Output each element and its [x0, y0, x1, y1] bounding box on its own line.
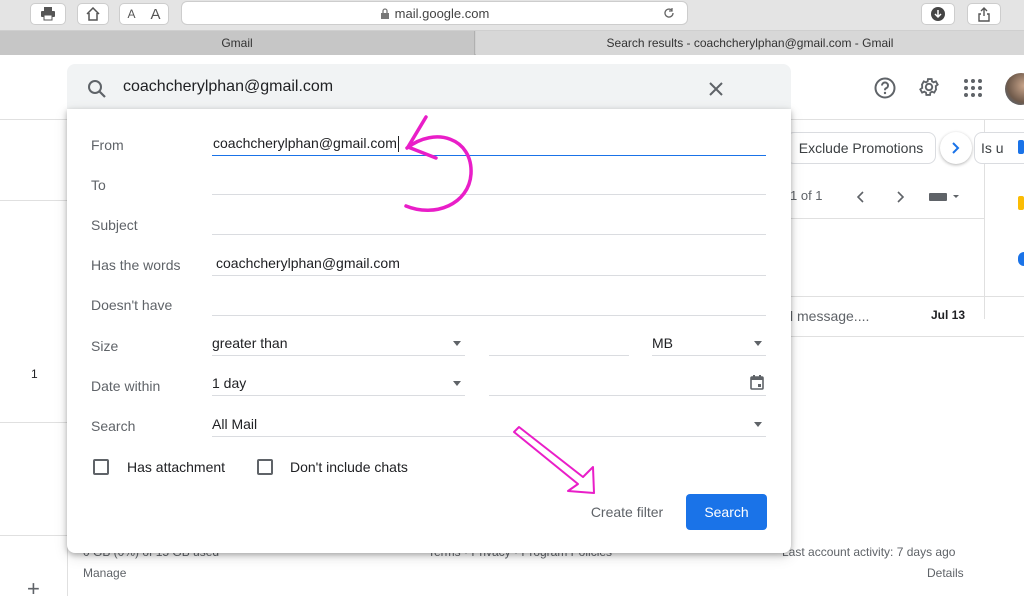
home-icon	[86, 7, 100, 21]
has-words-input[interactable]: coachcherylphan@gmail.com	[212, 252, 766, 276]
dropdown-arrow-icon	[754, 341, 762, 346]
chip-exclude-promotions-label: Exclude Promotions	[798, 140, 924, 156]
size-value-input[interactable]	[489, 332, 629, 356]
keep-addon-icon[interactable]	[1018, 196, 1024, 210]
lock-icon	[380, 7, 389, 19]
row-date[interactable]: Jul 13	[931, 308, 965, 322]
tasks-addon-icon[interactable]	[1018, 252, 1024, 266]
rail-divider	[0, 422, 68, 423]
chip-partial[interactable]: Is u	[974, 132, 1024, 164]
tab-gmail[interactable]: Gmail	[0, 31, 475, 55]
chips-next-button[interactable]	[940, 132, 972, 164]
rail-divider	[0, 535, 68, 536]
browser-toolbar: A A mail.google.com	[0, 0, 1024, 31]
size-operator-value: greater than	[212, 335, 288, 351]
chevron-left-icon[interactable]	[857, 191, 865, 203]
annotation-arrow-create-filter	[513, 426, 595, 494]
rail-count: 1	[31, 367, 38, 381]
footer-manage-link[interactable]: Manage	[83, 566, 126, 580]
search-icon[interactable]	[87, 79, 107, 99]
settings-gear-icon[interactable]	[918, 76, 940, 98]
list-divider	[791, 218, 984, 219]
annotation-curved-arrow	[404, 115, 473, 212]
to-label: To	[91, 177, 106, 193]
font-smaller-label[interactable]: A	[127, 7, 135, 21]
address-text: mail.google.com	[394, 5, 490, 21]
subject-label: Subject	[91, 217, 138, 233]
dropdown-arrow-icon	[453, 381, 461, 386]
size-operator-select[interactable]: greater than	[212, 332, 465, 356]
date-input[interactable]	[489, 372, 766, 396]
chevron-right-icon[interactable]	[897, 191, 905, 203]
dropdown-arrow-icon	[754, 422, 762, 427]
search-scope-label: Search	[91, 418, 136, 434]
reload-icon[interactable]	[663, 7, 675, 19]
dropdown-arrow-icon	[453, 341, 461, 346]
apps-grid-icon[interactable]	[964, 79, 982, 97]
list-divider	[791, 336, 1024, 337]
calendar-icon[interactable]	[750, 375, 764, 390]
footer-activity: Last account activity: 7 days ago	[782, 545, 956, 559]
list-divider	[791, 296, 1024, 297]
date-range-value: 1 day	[212, 375, 247, 391]
doesnt-have-input[interactable]	[212, 292, 766, 316]
font-larger-label[interactable]: A	[150, 6, 160, 23]
left-rail	[0, 119, 68, 596]
doesnt-have-label: Doesn't have	[91, 297, 173, 313]
search-scope-value: All Mail	[212, 416, 258, 432]
chip-partial-label: Is u	[981, 140, 1004, 156]
footer-details-link[interactable]: Details	[927, 566, 964, 580]
has-words-label: Has the words	[91, 257, 181, 273]
pager-text: 1 of 1	[790, 188, 823, 203]
download-icon	[931, 7, 945, 21]
account-avatar[interactable]	[1005, 73, 1024, 105]
tab-search-results-label: Search results - coachcherylphan@gmail.c…	[606, 36, 894, 50]
rail-divider	[0, 200, 68, 201]
from-label: From	[91, 137, 124, 153]
subject-input[interactable]	[212, 211, 766, 235]
date-range-select[interactable]: 1 day	[212, 372, 465, 396]
has-attachment-checkbox[interactable]	[93, 459, 109, 475]
add-icon[interactable]: +	[27, 576, 40, 602]
dont-include-chats-label[interactable]: Don't include chats	[290, 459, 408, 475]
date-within-label: Date within	[91, 378, 161, 394]
search-bar[interactable]: coachcherylphan@gmail.com	[67, 64, 791, 112]
calendar-addon-icon[interactable]	[1018, 140, 1024, 154]
size-label: Size	[91, 338, 119, 354]
browser-tab-bar: Gmail Search results - coachcherylphan@g…	[0, 31, 1024, 55]
print-icon	[41, 7, 55, 21]
search-button[interactable]: Search	[686, 494, 767, 530]
tab-gmail-label: Gmail	[221, 36, 253, 50]
home-button[interactable]	[77, 3, 109, 25]
downloads-button[interactable]	[921, 3, 955, 25]
print-button[interactable]	[30, 3, 66, 25]
from-input[interactable]: coachcherylphan@gmail.com	[212, 132, 766, 156]
search-query[interactable]: coachcherylphan@gmail.com	[123, 78, 333, 96]
help-icon[interactable]	[874, 77, 896, 99]
keyboard-icon[interactable]	[929, 192, 961, 202]
search-scope-select[interactable]: All Mail	[212, 413, 766, 437]
close-icon[interactable]	[709, 82, 723, 96]
tab-search-results[interactable]: Search results - coachcherylphan@gmail.c…	[476, 31, 1024, 55]
to-input[interactable]	[212, 171, 766, 195]
create-filter-button[interactable]: Create filter	[567, 499, 687, 525]
share-button[interactable]	[967, 3, 1001, 25]
size-unit-value: MB	[652, 335, 673, 351]
has-attachment-label[interactable]: Has attachment	[127, 459, 225, 475]
share-icon	[978, 6, 990, 22]
chip-exclude-promotions[interactable]: Exclude Promotions	[786, 132, 936, 164]
chevron-right-icon	[952, 142, 960, 154]
size-unit-select[interactable]: MB	[652, 332, 766, 356]
dont-include-chats-checkbox[interactable]	[257, 459, 273, 475]
row-snippet[interactable]: l message....	[790, 308, 869, 324]
address-bar[interactable]: mail.google.com	[181, 1, 688, 25]
text-size-buttons[interactable]: A A	[119, 3, 169, 25]
